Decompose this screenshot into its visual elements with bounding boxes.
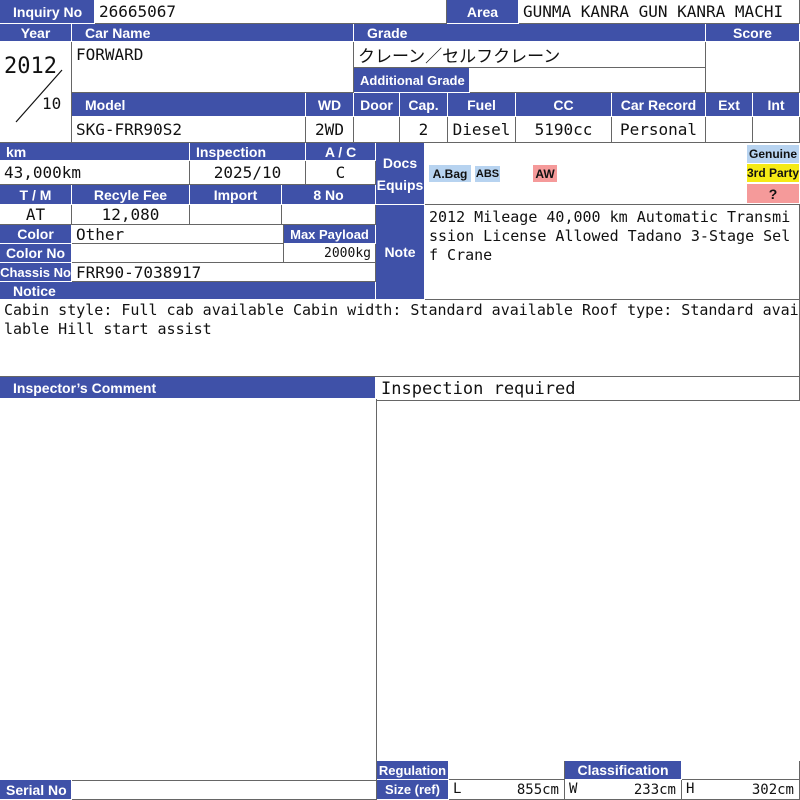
door-value — [354, 117, 400, 143]
model-value: SKG-FRR90S2 — [72, 117, 306, 143]
score-value — [706, 42, 800, 93]
import-label: Import — [190, 185, 282, 205]
eight-no-value — [282, 205, 376, 225]
alloy-wheel-badge: AW — [533, 165, 557, 182]
ac-label: A / C — [306, 143, 376, 161]
tm-value: AT — [0, 205, 72, 225]
model-label: Model — [72, 93, 306, 117]
additional-grade-value — [470, 68, 706, 93]
car-name-value: FORWARD — [72, 42, 354, 93]
eight-no-label: 8 No — [282, 185, 376, 205]
int-value — [753, 117, 800, 143]
width-label: W — [569, 781, 578, 797]
unknown-badge: ? — [747, 184, 799, 203]
ext-label: Ext — [706, 93, 753, 117]
year-label: Year — [0, 24, 72, 42]
color-label: Color — [0, 225, 72, 244]
airbag-badge: A.Bag — [429, 165, 471, 182]
ext-value — [706, 117, 753, 143]
cap-value: 2 — [400, 117, 448, 143]
inquiry-no-label: Inquiry No — [0, 0, 95, 24]
width-cell: W 233cm — [565, 780, 682, 800]
chassis-no-label: Chassis No — [0, 263, 72, 282]
max-payload-value: 2000kg — [284, 244, 376, 263]
height-cell: H 302cm — [682, 780, 800, 800]
inquiry-no-value: 26665067 — [95, 0, 447, 24]
import-value — [190, 205, 282, 225]
door-label: Door — [354, 93, 400, 117]
recycle-fee-value: 12,080 — [72, 205, 190, 225]
docs-equips-label: Docs Equips — [376, 143, 425, 205]
genuine-badge: Genuine — [747, 145, 799, 163]
year-value: 2012 — [4, 54, 57, 79]
tm-label: T / M — [0, 185, 72, 205]
inspection-label: Inspection — [190, 143, 306, 161]
car-record-label: Car Record — [612, 93, 706, 117]
cc-label: CC — [516, 93, 612, 117]
km-label: km — [0, 143, 190, 161]
color-no-label: Color No — [0, 244, 72, 263]
area-label: Area — [447, 0, 519, 24]
max-payload-label: Max Payload — [284, 225, 376, 244]
length-cell: L 855cm — [449, 780, 565, 800]
grade-value: クレーン／セルフクレーン — [354, 42, 706, 68]
year-cell: 2012 10 — [0, 42, 72, 143]
cap-label: Cap. — [400, 93, 448, 117]
inspector-comment-label: Inspector’s Comment — [0, 377, 376, 399]
recycle-fee-label: Recyle Fee — [72, 185, 190, 205]
score-label: Score — [706, 24, 800, 42]
classification-value — [682, 761, 800, 780]
notice-label: Notice — [0, 282, 376, 300]
note-label: Note — [376, 205, 425, 300]
fuel-label: Fuel — [448, 93, 516, 117]
car-name-label: Car Name — [72, 24, 354, 42]
ac-value: C — [306, 161, 376, 185]
cc-value: 5190cc — [516, 117, 612, 143]
additional-grade-label: Additional Grade — [354, 68, 470, 93]
wd-label: WD — [306, 93, 354, 117]
length-value: 855cm — [516, 782, 559, 798]
third-party-badge: 3rd Party — [746, 164, 800, 182]
abs-badge: ABS — [475, 166, 500, 182]
month-value: 10 — [42, 94, 62, 113]
inspection-value: 2025/10 — [190, 161, 306, 185]
color-value: Other — [72, 225, 284, 244]
wd-value: 2WD — [306, 117, 354, 143]
serial-no-label: Serial No — [0, 780, 72, 800]
length-label: L — [453, 781, 462, 797]
size-ref-label: Size (ref) — [377, 780, 449, 800]
int-label: Int — [753, 93, 800, 117]
notice-value: Cabin style: Full cab available Cabin wi… — [0, 300, 800, 377]
color-no-value — [72, 244, 284, 263]
equips-area: A.Bag ABS AW Genuine 3rd Party ? — [425, 143, 800, 205]
car-record-value: Personal — [612, 117, 706, 143]
classification-label: Classification — [565, 761, 682, 780]
inspector-comment-area — [0, 399, 377, 780]
height-label: H — [686, 781, 695, 797]
fuel-value: Diesel — [448, 117, 516, 143]
height-value: 302cm — [751, 782, 794, 798]
regulation-label: Regulation — [377, 761, 449, 780]
docs-label: Docs — [382, 154, 418, 171]
width-value: 233cm — [633, 782, 676, 798]
note-value: 2012 Mileage 40,000 km Automatic Transmi… — [425, 205, 800, 300]
km-value: 43,000km — [0, 161, 190, 185]
inspector-comment-value: Inspection required — [377, 377, 800, 401]
serial-no-value — [72, 780, 377, 800]
grade-label: Grade — [354, 24, 706, 42]
chassis-no-value: FRR90-7038917 — [72, 263, 376, 282]
area-value: GUNMA KANRA GUN KANRA MACHI — [519, 0, 800, 24]
equips-label: Equips — [376, 176, 424, 193]
regulation-value — [449, 761, 565, 780]
